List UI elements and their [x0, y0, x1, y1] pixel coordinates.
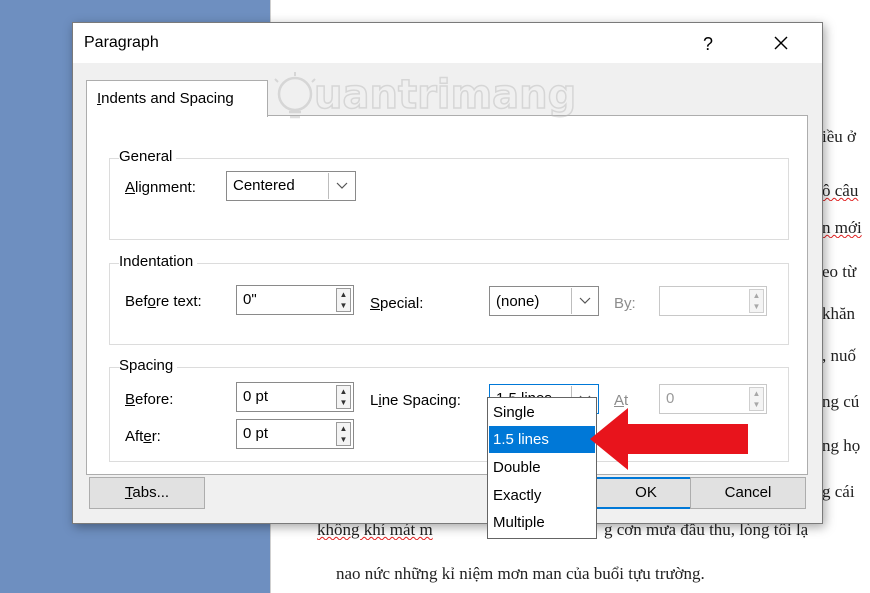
after-label: After:	[125, 428, 161, 445]
help-button[interactable]: ?	[693, 31, 723, 57]
doc-fragment: khăn	[822, 304, 856, 323]
special-value: (none)	[496, 293, 540, 310]
after-value: 0 pt	[243, 425, 269, 442]
tab-label: Indents and Spacing	[97, 90, 234, 107]
option-double[interactable]: Double	[489, 454, 595, 481]
doc-fragment: iều ở	[822, 127, 857, 146]
tabs-button[interactable]: Tabs...	[89, 477, 205, 509]
before-value: 0 pt	[243, 388, 269, 405]
ok-button[interactable]: OK	[588, 477, 704, 509]
after-input[interactable]: 0 pt ▲ ▼	[236, 419, 354, 449]
by-label: By:	[614, 295, 636, 312]
alignment-select[interactable]: Centered	[226, 171, 356, 201]
red-arrow-icon	[590, 408, 748, 470]
general-title: General	[119, 148, 177, 165]
option-single[interactable]: Single	[489, 399, 595, 426]
cancel-button[interactable]: Cancel	[690, 477, 806, 509]
special-label: Special:	[370, 295, 424, 312]
doc-fragment: eo từ	[822, 262, 857, 281]
line-spacing-label: Line Spacing:	[370, 392, 461, 409]
general-group	[109, 158, 789, 240]
at-spinner: ▲ ▼	[749, 387, 764, 411]
doc-fragment: ô câu	[822, 181, 859, 200]
doc-fragment: n mới	[822, 218, 862, 237]
option-1-5-lines[interactable]: 1.5 lines	[489, 426, 595, 453]
alignment-label: Alignment:	[125, 179, 196, 196]
tab-indents-and-spacing[interactable]: Indents and Spacing	[86, 80, 268, 117]
before-input[interactable]: 0 pt ▲ ▼	[236, 382, 354, 412]
indentation-title: Indentation	[119, 253, 198, 270]
watermark-text: uantrimang	[313, 71, 577, 119]
option-multiple[interactable]: Multiple	[489, 509, 595, 536]
dialog-title: Paragraph	[84, 34, 159, 51]
dialog-titlebar[interactable]: Paragraph ?	[73, 23, 822, 63]
before-text-spinner[interactable]: ▲ ▼	[336, 288, 351, 312]
by-spinner: ▲ ▼	[749, 289, 764, 313]
special-select[interactable]: (none)	[489, 286, 599, 316]
lightbulb-logo-icon	[274, 72, 316, 119]
before-text-label: Before text:	[125, 293, 202, 310]
after-spinner[interactable]: ▲ ▼	[336, 422, 351, 446]
special-dropdown-button[interactable]	[571, 288, 597, 314]
close-icon	[774, 36, 788, 50]
before-label: Before:	[125, 391, 174, 408]
before-text-input[interactable]: 0" ▲ ▼	[236, 285, 354, 315]
line-spacing-options-list[interactable]: Single 1.5 lines Double Exactly Multiple	[487, 397, 597, 539]
chevron-down-icon	[579, 297, 590, 304]
option-exactly[interactable]: Exactly	[489, 482, 595, 509]
before-text-value: 0"	[243, 291, 257, 308]
spacing-title: Spacing	[119, 357, 178, 374]
chevron-down-icon	[336, 182, 347, 189]
by-input: ▲ ▼	[659, 286, 767, 316]
doc-fragment: , nuố	[822, 346, 856, 365]
doc-fragment: ng cú	[822, 392, 860, 411]
doc-fragment: g cái	[822, 482, 855, 501]
doc-line-2: nao nức những kỉ niệm mơn man của buổi t…	[336, 564, 705, 583]
alignment-dropdown-button[interactable]	[328, 173, 354, 199]
alignment-value: Centered	[233, 177, 295, 194]
before-spinner[interactable]: ▲ ▼	[336, 385, 351, 409]
doc-fragment: ng họ	[822, 436, 861, 455]
watermark: uantrimang	[272, 68, 622, 138]
close-button[interactable]	[761, 29, 801, 59]
